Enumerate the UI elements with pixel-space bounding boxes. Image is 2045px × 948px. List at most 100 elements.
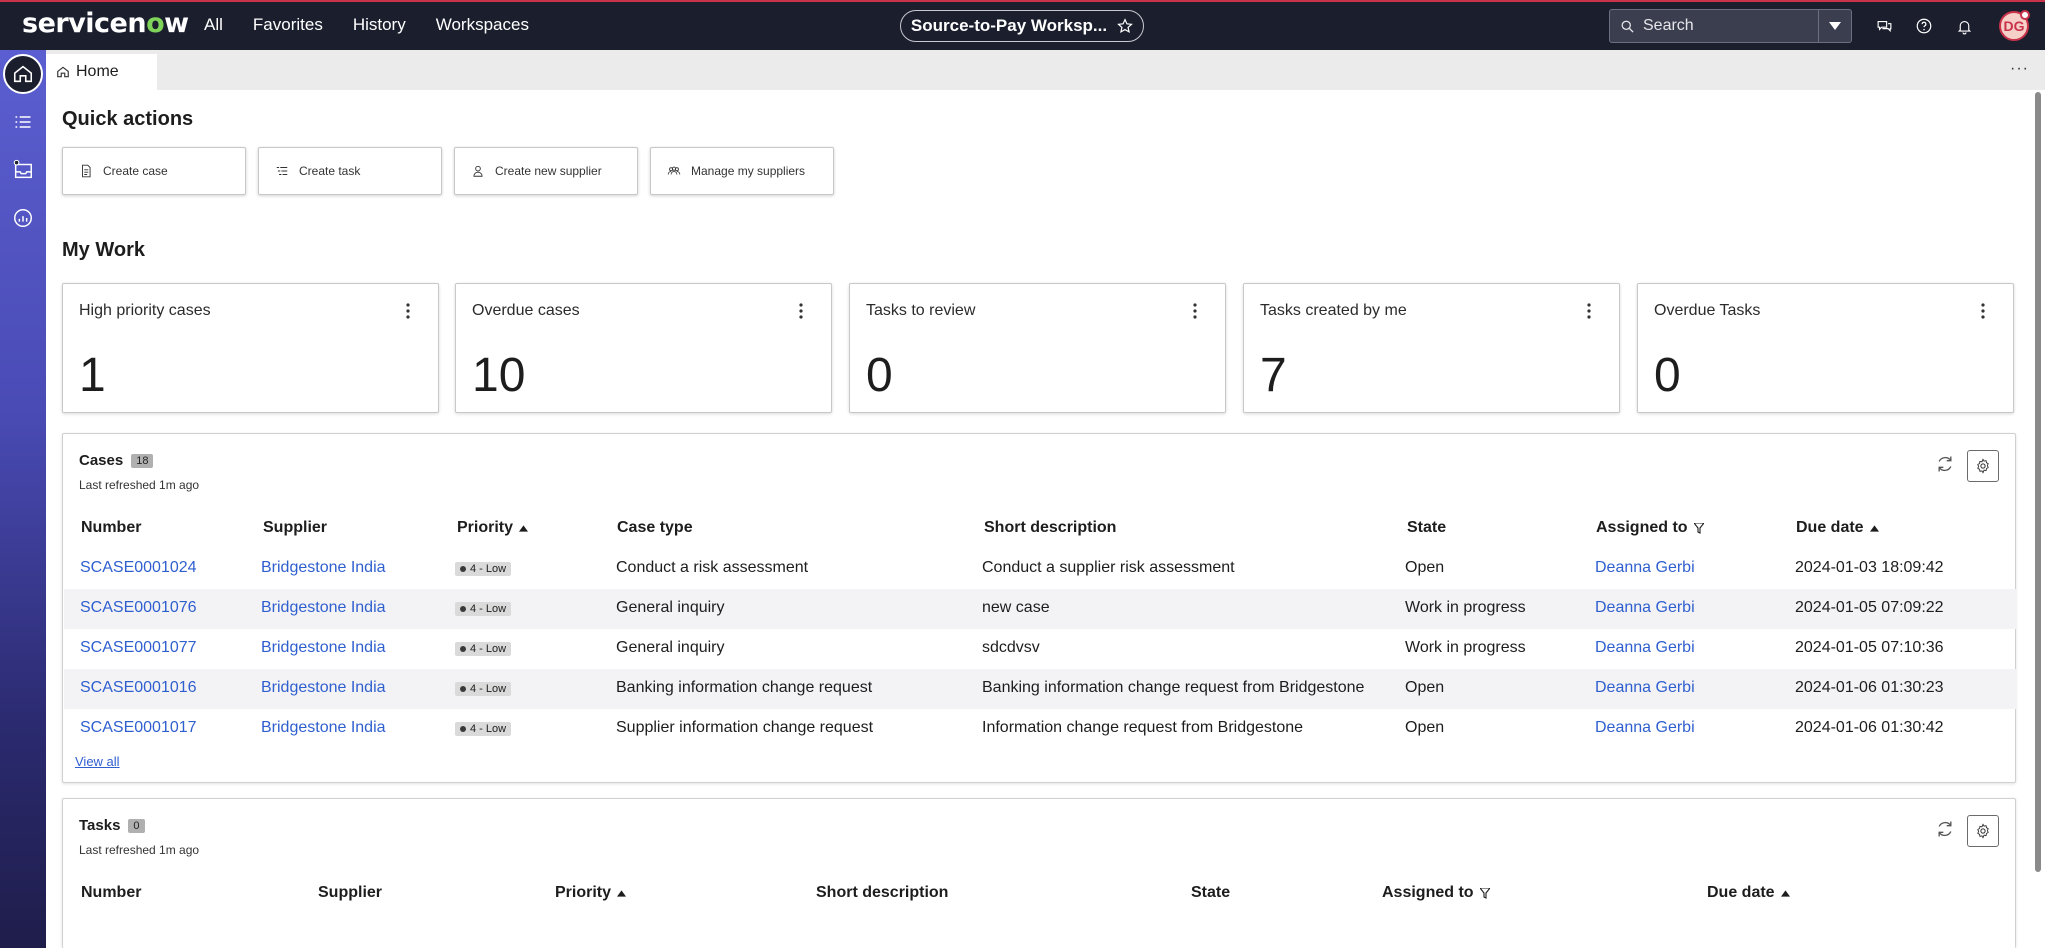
- list-settings-button[interactable]: [1967, 815, 1999, 847]
- column-header-supplier[interactable]: Supplier: [263, 519, 327, 537]
- priority-dot-icon: [460, 566, 466, 572]
- kebab-menu-icon[interactable]: [1981, 303, 1985, 319]
- search-placeholder: Search: [1643, 17, 1694, 34]
- case-type: Banking information change request: [616, 679, 873, 696]
- card-title: High priority cases: [79, 302, 211, 319]
- due-date: 2024-01-06 01:30:42: [1795, 719, 1944, 736]
- kebab-menu-icon[interactable]: [1193, 303, 1197, 319]
- rail-inbox-button[interactable]: [3, 150, 43, 190]
- column-header-state[interactable]: State: [1407, 519, 1446, 537]
- kebab-menu-icon[interactable]: [1587, 303, 1591, 319]
- tasks-created-by-me-card[interactable]: Tasks created by me 7: [1243, 283, 1620, 413]
- supplier-link[interactable]: Bridgestone India: [261, 559, 386, 577]
- supplier-link[interactable]: Bridgestone India: [261, 679, 386, 697]
- user-avatar[interactable]: DG: [1999, 10, 2030, 41]
- last-refreshed-text: Last refreshed 1m ago: [79, 478, 200, 492]
- due-date: 2024-01-03 18:09:42: [1795, 559, 1944, 576]
- column-header-case-type[interactable]: Case type: [617, 519, 693, 537]
- card-title: Overdue cases: [472, 302, 580, 319]
- manage-my-suppliers-button[interactable]: Manage my suppliers: [650, 147, 834, 195]
- quick-actions-heading: Quick actions: [62, 108, 194, 130]
- case-number-link[interactable]: SCASE0001077: [80, 639, 197, 657]
- create-case-button[interactable]: Create case: [62, 147, 246, 195]
- filter-icon: [1693, 522, 1704, 534]
- notification-bell-icon[interactable]: [1953, 15, 1975, 37]
- case-type: General inquiry: [616, 599, 725, 616]
- column-header-supplier[interactable]: Supplier: [318, 884, 382, 902]
- column-header-number[interactable]: Number: [81, 884, 141, 902]
- page-scrollbar[interactable]: [2035, 92, 2041, 872]
- priority-badge: 4 - Low: [455, 722, 512, 736]
- table-row[interactable]: SCASE0001017 Bridgestone India 4 - Low S…: [64, 709, 2016, 749]
- nav-link-all[interactable]: All: [204, 15, 223, 35]
- card-value: 0: [866, 349, 893, 402]
- assigned-to-link[interactable]: Deanna Gerbi: [1595, 719, 1695, 737]
- rail-home-button[interactable]: [3, 54, 43, 94]
- supplier-link[interactable]: Bridgestone India: [261, 719, 386, 737]
- card-title: Tasks to review: [866, 302, 976, 319]
- more-options-icon[interactable]: ···: [2010, 60, 2029, 78]
- view-all-link[interactable]: View all: [75, 754, 120, 769]
- case-number-link[interactable]: SCASE0001016: [80, 679, 197, 697]
- table-row[interactable]: SCASE0001016 Bridgestone India 4 - Low B…: [64, 669, 2016, 709]
- tab-home[interactable]: Home: [46, 54, 157, 90]
- assigned-to-link[interactable]: Deanna Gerbi: [1595, 559, 1695, 577]
- tasks-list-panel: Tasks 0 Last refreshed 1m ago Number Sup…: [62, 798, 2016, 948]
- create-task-button[interactable]: Create task: [258, 147, 442, 195]
- nav-link-workspaces[interactable]: Workspaces: [436, 15, 529, 35]
- column-header-state[interactable]: State: [1191, 884, 1230, 902]
- table-row[interactable]: SCASE0001077 Bridgestone India 4 - Low G…: [64, 629, 2016, 669]
- overdue-tasks-card[interactable]: Overdue Tasks 0: [1637, 283, 2014, 413]
- column-header-due-date[interactable]: Due date: [1796, 519, 1879, 537]
- case-number-link[interactable]: SCASE0001024: [80, 559, 197, 577]
- search-scope-dropdown[interactable]: [1819, 9, 1852, 43]
- column-header-assigned-to[interactable]: Assigned to: [1382, 884, 1490, 902]
- supplier-link[interactable]: Bridgestone India: [261, 599, 386, 617]
- card-value: 0: [1654, 349, 1681, 402]
- column-header-priority[interactable]: Priority: [555, 884, 627, 902]
- list-icon: [15, 116, 31, 128]
- create-new-supplier-button[interactable]: Create new supplier: [454, 147, 638, 195]
- nav-link-favorites[interactable]: Favorites: [253, 15, 323, 35]
- tasks-count-badge: 0: [128, 818, 145, 833]
- table-row[interactable]: SCASE0001024 Bridgestone India 4 - Low C…: [64, 549, 2016, 589]
- due-date: 2024-01-05 07:10:36: [1795, 639, 1944, 656]
- user-icon: [473, 165, 483, 177]
- help-icon[interactable]: [1913, 15, 1935, 37]
- refresh-icon[interactable]: [1935, 819, 1955, 839]
- sort-ascending-icon: [1869, 524, 1879, 532]
- case-number-link[interactable]: SCASE0001017: [80, 719, 197, 737]
- workspace-pill[interactable]: Source-to-Pay Worksp...: [900, 10, 1144, 42]
- tasks-to-review-card[interactable]: Tasks to review 0: [849, 283, 1226, 413]
- servicenow-logo[interactable]: servicenow: [22, 8, 189, 39]
- star-icon[interactable]: [1117, 18, 1133, 34]
- supplier-link[interactable]: Bridgestone India: [261, 639, 386, 657]
- priority-dot-icon: [460, 686, 466, 692]
- column-header-assigned-to[interactable]: Assigned to: [1596, 519, 1704, 537]
- chat-icon[interactable]: [1873, 15, 1895, 37]
- sort-ascending-icon: [519, 524, 529, 532]
- assigned-to-link[interactable]: Deanna Gerbi: [1595, 599, 1695, 617]
- cases-title: Cases 18: [79, 452, 154, 469]
- rail-analytics-button[interactable]: [3, 198, 43, 238]
- high-priority-cases-card[interactable]: High priority cases 1: [62, 283, 439, 413]
- column-header-due-date[interactable]: Due date: [1707, 884, 1790, 902]
- case-number-link[interactable]: SCASE0001076: [80, 599, 197, 617]
- assigned-to-link[interactable]: Deanna Gerbi: [1595, 679, 1695, 697]
- nav-link-history[interactable]: History: [353, 15, 406, 35]
- assigned-to-link[interactable]: Deanna Gerbi: [1595, 639, 1695, 657]
- column-header-number[interactable]: Number: [81, 519, 141, 537]
- search-input[interactable]: Search: [1609, 9, 1819, 43]
- rail-list-button[interactable]: [3, 102, 43, 142]
- refresh-icon[interactable]: [1935, 454, 1955, 474]
- table-row[interactable]: SCASE0001076 Bridgestone India 4 - Low G…: [64, 589, 2016, 629]
- column-header-short-description[interactable]: Short description: [984, 519, 1116, 537]
- column-header-short-description[interactable]: Short description: [816, 884, 948, 902]
- due-date: 2024-01-05 07:09:22: [1795, 599, 1944, 616]
- kebab-menu-icon[interactable]: [406, 303, 410, 319]
- column-header-priority[interactable]: Priority: [457, 519, 529, 537]
- priority-dot-icon: [460, 606, 466, 612]
- overdue-cases-card[interactable]: Overdue cases 10: [455, 283, 832, 413]
- list-settings-button[interactable]: [1967, 450, 1999, 482]
- kebab-menu-icon[interactable]: [799, 303, 803, 319]
